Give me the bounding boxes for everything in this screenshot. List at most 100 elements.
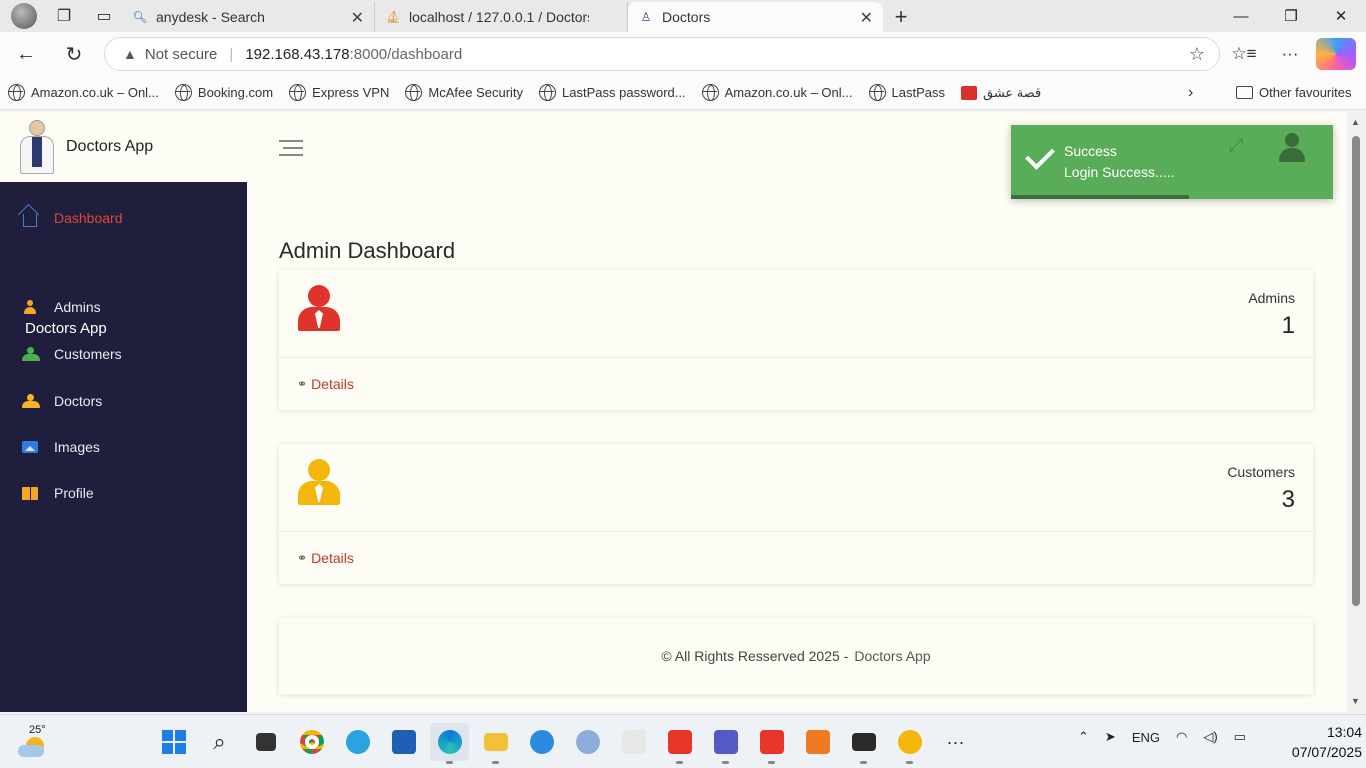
search-icon[interactable]: ⌕ — [200, 723, 239, 761]
search-icon: 🔍︎ — [132, 10, 148, 24]
bookmarks-bar: Amazon.co.uk – Onl... Booking.com Expres… — [0, 76, 1366, 110]
start-button[interactable] — [154, 723, 193, 761]
user-icon — [22, 299, 38, 315]
customers-details-link[interactable]: Details — [311, 550, 354, 566]
task-view-icon[interactable] — [246, 723, 285, 761]
volume-icon[interactable]: ◁) — [1203, 729, 1217, 745]
copyright-text: © All Rights Resserved 2025 - — [661, 648, 849, 664]
admin-person-icon — [297, 285, 341, 333]
doctor-logo-icon — [16, 118, 58, 176]
favorites-icon[interactable]: ☆≡ — [1224, 38, 1264, 70]
tab-phpmyadmin[interactable]: ⛵︎ localhost / 127.0.0.1 / Doctors — [375, 2, 628, 32]
chevron-up-icon[interactable]: ⌃ — [1078, 729, 1089, 745]
system-clock[interactable]: 13:04 07/07/2025 — [1276, 722, 1362, 762]
close-window-icon[interactable]: ✕ — [1316, 0, 1366, 32]
globe-icon — [405, 84, 423, 101]
telegram-icon[interactable] — [338, 723, 377, 761]
folder-icon — [1236, 86, 1253, 99]
scroll-down-icon[interactable]: ▼ — [1351, 696, 1360, 706]
close-tab-icon[interactable]: ✕ — [351, 8, 364, 28]
store-icon[interactable] — [384, 723, 423, 761]
close-tab-icon[interactable]: ✕ — [860, 8, 873, 28]
users-icon — [22, 393, 40, 409]
app-logo[interactable]: Doctors App — [0, 112, 247, 182]
toast-progress-bar — [1011, 195, 1189, 199]
tab-anydesk-search[interactable]: 🔍︎ anydesk - Search ✕ — [122, 2, 375, 32]
bookmark-item[interactable]: Booking.com — [174, 84, 273, 101]
sidebar: Dashboard Doctors App Admins Customers D… — [0, 182, 247, 712]
fullscreen-icon[interactable]: ⤢ — [1229, 135, 1243, 156]
globe-icon — [868, 84, 886, 101]
footer-brand: Doctors App — [854, 648, 931, 664]
customers-card: Customers 3 ⚭ Details — [279, 444, 1313, 584]
sidebar-item-images[interactable]: Images — [22, 439, 100, 455]
tab-actions-icon[interactable]: ▭ — [86, 2, 122, 30]
sidebar-item-dashboard[interactable]: Dashboard — [22, 210, 123, 227]
sidebar-item-admins[interactable]: Admins — [22, 299, 101, 315]
app-icon[interactable] — [614, 723, 653, 761]
back-button[interactable]: ← — [6, 36, 46, 72]
anydesk-icon[interactable] — [752, 723, 791, 764]
check-icon — [1025, 140, 1055, 170]
page-scrollbar[interactable]: ▲ ▼ — [1347, 112, 1366, 712]
location-icon[interactable]: ➤ — [1105, 729, 1116, 745]
sidebar-item-customers[interactable]: Customers — [22, 346, 122, 362]
workspaces-icon[interactable]: ❐ — [46, 2, 82, 30]
binoculars-icon: ⚭ — [297, 377, 308, 391]
tab-doctors[interactable]: ♙ Doctors ✕ — [628, 2, 883, 32]
scroll-thumb[interactable] — [1352, 136, 1360, 606]
admins-details-link[interactable]: Details — [311, 376, 354, 392]
teams-icon[interactable] — [706, 723, 745, 764]
copilot-icon[interactable] — [1316, 38, 1356, 70]
app-icon[interactable] — [890, 723, 929, 764]
bookmark-item[interactable]: LastPass — [868, 84, 945, 101]
sidebar-item-profile[interactable]: Profile — [22, 485, 94, 501]
chevron-right-icon[interactable]: › — [1188, 84, 1193, 102]
temperature: 25° — [29, 724, 46, 736]
anydesk-icon[interactable] — [660, 723, 699, 764]
success-toast[interactable]: Success Login Success..... ⤢ — [1011, 125, 1333, 199]
more-apps-icon[interactable]: ··· — [936, 723, 975, 761]
address-toolbar: ← ↻ ▲ Not secure | 192.168.43.178:8000/d… — [0, 32, 1366, 76]
terminal-icon[interactable] — [844, 723, 883, 764]
favorite-star-icon[interactable]: ☆ — [1189, 44, 1205, 65]
chrome-icon[interactable] — [292, 723, 331, 761]
rstudio-icon[interactable] — [568, 723, 607, 761]
phpmyadmin-icon: ⛵︎ — [385, 10, 401, 24]
refresh-button[interactable]: ↻ — [54, 36, 94, 72]
language-indicator[interactable]: ENG — [1132, 730, 1160, 745]
minimize-icon[interactable]: — — [1216, 0, 1266, 32]
sidebar-item-doctors[interactable]: Doctors — [22, 393, 102, 409]
main-content: Admin Dashboard Admins 1 ⚭ Details Custo… — [247, 182, 1347, 712]
bookmark-item[interactable]: McAfee Security — [405, 84, 523, 101]
profile-avatar[interactable] — [6, 2, 42, 30]
ie-icon[interactable] — [522, 723, 561, 761]
restore-icon[interactable]: ❐ — [1266, 0, 1316, 32]
bookmark-item[interactable]: LastPass password... — [539, 84, 686, 101]
card-value: 1 — [1281, 312, 1295, 339]
globe-icon — [701, 84, 719, 101]
card-value: 3 — [1281, 486, 1295, 513]
bookmark-item[interactable]: قصة عشق — [960, 85, 1041, 101]
bookmark-item[interactable]: Amazon.co.uk – Onl... — [701, 84, 853, 101]
other-favourites[interactable]: Other favourites — [1236, 85, 1352, 100]
edge-icon[interactable] — [430, 723, 469, 764]
bookmark-item[interactable]: Express VPN — [289, 84, 389, 101]
address-input[interactable]: ▲ Not secure | 192.168.43.178:8000/dashb… — [104, 37, 1220, 71]
battery-icon[interactable]: ▭ — [1234, 729, 1246, 745]
bookmark-item[interactable]: Amazon.co.uk – Onl... — [8, 84, 159, 101]
browser-tab-strip: ❐ ▭ 🔍︎ anydesk - Search ✕ ⛵︎ localhost /… — [0, 0, 1366, 32]
user-avatar-icon[interactable] — [1279, 133, 1305, 163]
toast-message: Login Success..... — [1064, 164, 1175, 180]
xampp-icon[interactable] — [798, 723, 837, 761]
new-tab-button[interactable]: + — [883, 2, 919, 32]
file-explorer-icon[interactable] — [476, 723, 515, 764]
bookmark-favicon — [960, 85, 977, 100]
warning-icon: ▲ — [123, 46, 137, 62]
wifi-icon[interactable]: ◠ — [1176, 729, 1187, 745]
card-label: Customers — [1227, 464, 1295, 480]
menu-toggle-icon[interactable] — [279, 140, 303, 161]
scroll-up-icon[interactable]: ▲ — [1351, 117, 1360, 127]
globe-icon — [539, 84, 557, 101]
more-menu-icon[interactable]: ··· — [1270, 38, 1310, 70]
